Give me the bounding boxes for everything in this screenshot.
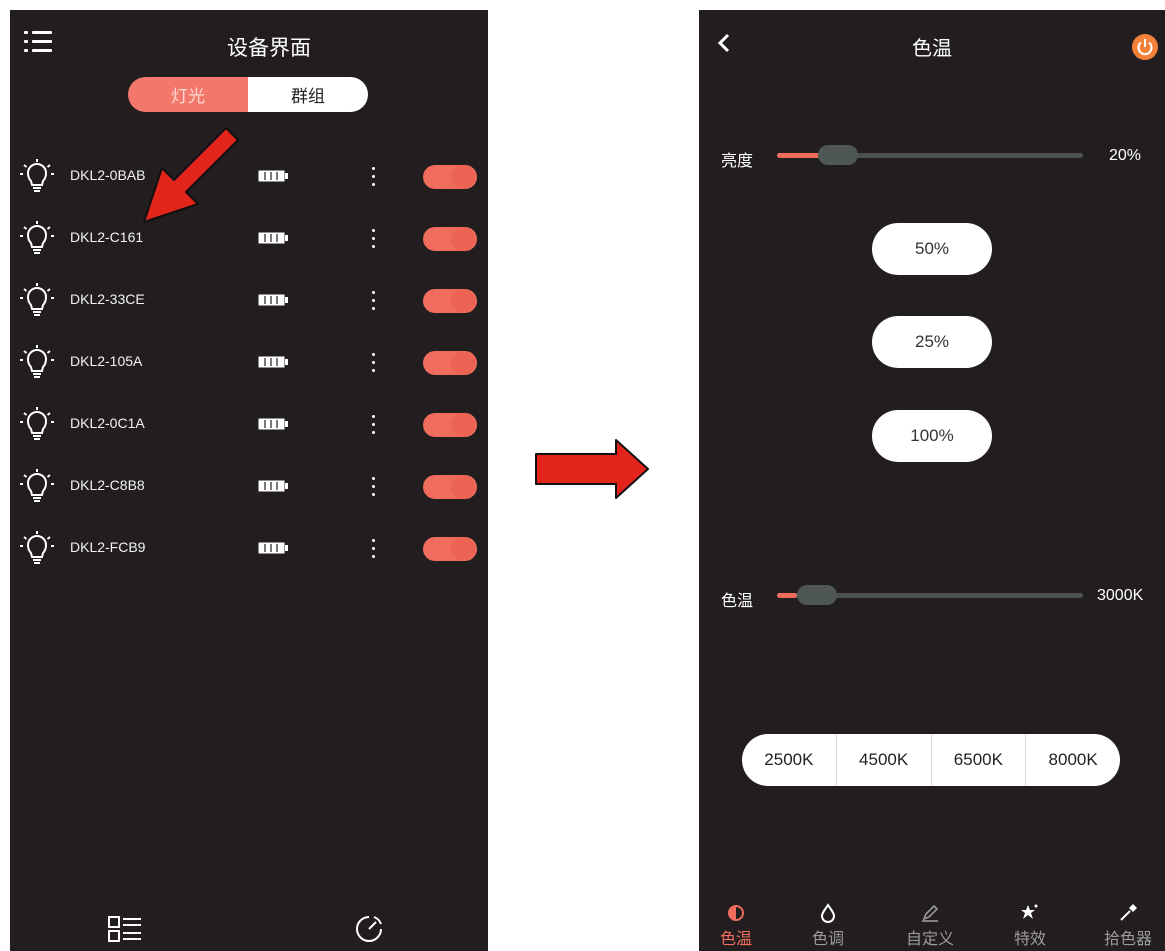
tab-custom[interactable]: 自定义 (890, 903, 970, 949)
tab-hue[interactable]: 色调 (788, 903, 868, 949)
more-icon[interactable] (368, 290, 380, 312)
battery-icon (258, 294, 288, 306)
ct-preset-4500[interactable]: 4500K (835, 734, 931, 786)
brightness-preset-1[interactable]: 50% (872, 223, 992, 275)
more-icon[interactable] (368, 352, 380, 374)
power-toggle[interactable] (423, 537, 477, 561)
ct-preset-6500[interactable]: 6500K (930, 734, 1026, 786)
timer-icon[interactable] (354, 914, 384, 944)
bulb-icon (20, 283, 54, 316)
eyedropper-icon (1120, 904, 1137, 921)
toggle-knob (451, 413, 475, 437)
device-name: DKL2-C8B8 (70, 477, 145, 493)
power-toggle[interactable] (423, 351, 477, 375)
battery-icon (258, 542, 288, 554)
color-temp-screen: 色温 亮度 20% 50% 25% 100% 色温 3000K 2500K 45… (699, 10, 1165, 951)
power-toggle[interactable] (423, 475, 477, 499)
device-row[interactable]: DKL2-0C1A (10, 405, 488, 445)
bulb-icon (20, 469, 54, 502)
device-row[interactable]: DKL2-105A (10, 343, 488, 383)
ct-preset-2500[interactable]: 2500K (742, 734, 836, 786)
bulb-icon (20, 221, 54, 254)
brightness-label: 亮度 (721, 151, 754, 170)
power-toggle[interactable] (423, 165, 477, 189)
power-toggle[interactable] (423, 227, 477, 251)
battery-icon (258, 170, 288, 182)
brightness-preset-2[interactable]: 25% (872, 316, 992, 368)
power-button[interactable] (1132, 34, 1158, 60)
device-row[interactable]: DKL2-0BAB (10, 157, 488, 197)
tab-label: 拾色器 (1103, 929, 1152, 948)
bulb-icon (20, 159, 54, 192)
color-temp-slider[interactable] (777, 585, 1083, 605)
more-icon[interactable] (368, 166, 380, 188)
color-temp-value: 3000K (1097, 587, 1144, 604)
color-temp-fill (777, 593, 797, 598)
toggle-knob (451, 475, 475, 499)
battery-icon (258, 418, 288, 430)
tab-label: 特效 (1013, 929, 1046, 948)
device-row[interactable]: DKL2-33CE (10, 281, 488, 321)
annotation-arrow-down-left (143, 127, 239, 223)
toggle-knob (451, 289, 475, 313)
device-name: DKL2-0BAB (70, 167, 146, 183)
more-icon[interactable] (368, 476, 380, 498)
device-list-screen: 设备界面 灯光 群组 DKL2-0BAB DKL2-C161 DKL2-33CE DK… (10, 10, 488, 951)
annotation-arrow-right (535, 439, 649, 499)
power-toggle[interactable] (423, 289, 477, 313)
tab-groups[interactable]: 群组 (248, 77, 368, 112)
tab-label: 色调 (811, 929, 844, 948)
brightness-slider[interactable] (777, 145, 1083, 165)
tab-label: 自定义 (905, 929, 954, 948)
pen-icon (922, 904, 939, 922)
drop-icon (820, 903, 836, 923)
tab-label: 色温 (719, 929, 752, 948)
battery-icon (258, 480, 288, 492)
sparkle-icon (1021, 904, 1038, 919)
toggle-knob (451, 351, 475, 375)
toggle-knob (451, 227, 475, 251)
toggle-knob (451, 537, 475, 561)
tab-color-temp[interactable]: 色温 (699, 903, 776, 949)
device-name: DKL2-0C1A (70, 415, 145, 431)
tab-color-picker[interactable]: 拾色器 (1088, 903, 1165, 949)
brightness-thumb[interactable] (818, 145, 859, 165)
bulb-icon (20, 531, 54, 564)
device-name: DKL2-FCB9 (70, 539, 146, 555)
device-name: DKL2-33CE (70, 291, 145, 307)
contrast-icon (728, 905, 744, 921)
list-view-icon[interactable] (108, 916, 142, 942)
device-row[interactable]: DKL2-C161 (10, 219, 488, 259)
device-name: DKL2-105A (70, 353, 143, 369)
brightness-value: 20% (1109, 147, 1142, 164)
toggle-knob (451, 165, 475, 189)
brightness-preset-3[interactable]: 100% (872, 410, 992, 462)
device-name: DKL2-C161 (70, 229, 144, 245)
bulb-icon (20, 345, 54, 378)
segmented-control: 灯光 群组 (128, 77, 368, 112)
tab-effects[interactable]: 特效 (990, 903, 1070, 949)
more-icon[interactable] (368, 538, 380, 560)
more-icon[interactable] (368, 228, 380, 250)
color-temp-presets: 2500K 4500K 6500K 8000K (742, 734, 1120, 786)
color-temp-label: 色温 (721, 591, 754, 610)
battery-icon (258, 356, 288, 368)
page-title: 色温 (912, 36, 952, 60)
page-title: 设备界面 (227, 36, 311, 60)
bulb-icon (20, 407, 54, 440)
device-row[interactable]: DKL2-C8B8 (10, 467, 488, 507)
power-icon (1137, 39, 1153, 56)
more-icon[interactable] (368, 414, 380, 436)
ct-preset-8000[interactable]: 8000K (1025, 734, 1120, 786)
tab-lights[interactable]: 灯光 (128, 77, 248, 112)
color-temp-thumb[interactable] (797, 585, 837, 605)
device-row[interactable]: DKL2-FCB9 (10, 529, 488, 569)
power-toggle[interactable] (423, 413, 477, 437)
battery-icon (258, 232, 288, 244)
